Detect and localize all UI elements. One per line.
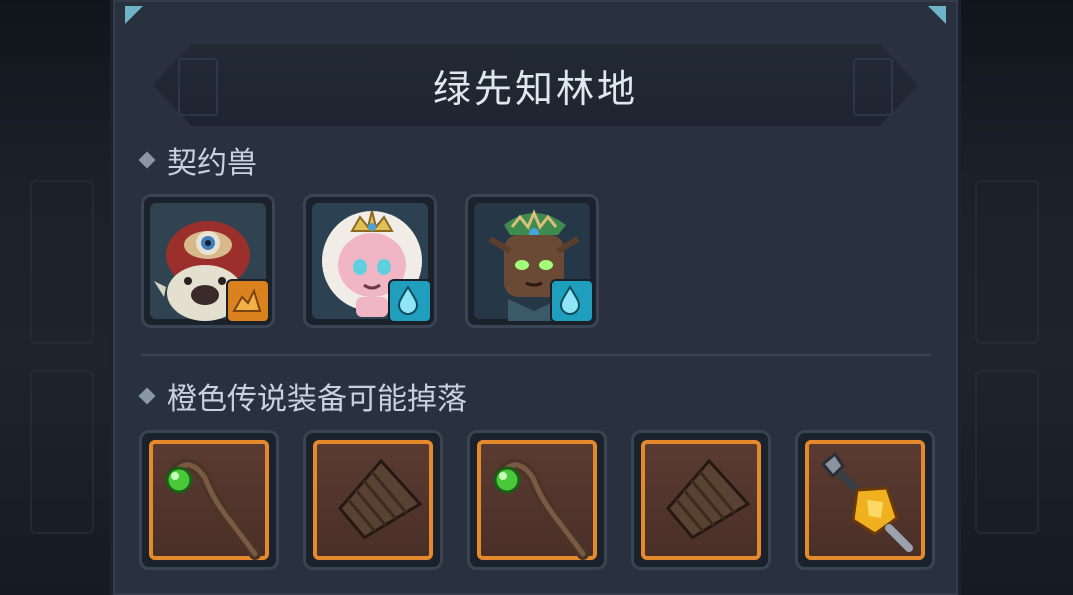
pets-section-label: 契约兽	[167, 146, 257, 181]
bracer-icon	[338, 458, 423, 540]
background-ornament	[30, 180, 94, 344]
diamond-bullet-icon	[138, 151, 156, 169]
pets-row	[141, 194, 627, 328]
drops-row	[139, 430, 935, 570]
drops-section-header: 橙色传说装备可能掉落	[138, 374, 467, 418]
bracer-icon	[666, 458, 751, 540]
amulet-icon	[820, 451, 913, 552]
section-divider	[141, 354, 931, 356]
drop-item-amulet[interactable]	[795, 430, 935, 570]
drop-item-bracer[interactable]	[303, 430, 443, 570]
background-right	[955, 0, 1073, 595]
background-left	[0, 0, 110, 595]
background-ornament	[975, 370, 1039, 534]
water-drop-icon	[550, 279, 594, 323]
water-drop-icon	[388, 279, 432, 323]
stage-title: 绿先知林地	[432, 67, 638, 111]
drops-section-label: 橙色传说装备可能掉落	[167, 382, 467, 417]
pet-card-tree-guardian[interactable]	[465, 194, 599, 328]
drop-item-staff[interactable]	[139, 430, 279, 570]
pet-card-fluffy-princess[interactable]	[303, 194, 437, 328]
panel-corner-left	[125, 6, 143, 24]
earth-element-icon	[226, 279, 270, 323]
pet-card-cyclops-beast[interactable]	[141, 194, 275, 328]
diamond-bullet-icon	[138, 387, 156, 405]
drop-item-bracer[interactable]	[631, 430, 771, 570]
staff-icon	[493, 459, 589, 560]
drop-item-staff[interactable]	[467, 430, 607, 570]
background-ornament	[30, 370, 94, 534]
pets-section-header: 契约兽	[138, 138, 257, 182]
staff-icon	[165, 459, 261, 560]
panel-corner-right	[928, 6, 946, 24]
stage-info-panel: 绿先知林地 契约兽 橙色传说装备可能掉落	[110, 0, 961, 595]
background-ornament	[975, 180, 1039, 344]
